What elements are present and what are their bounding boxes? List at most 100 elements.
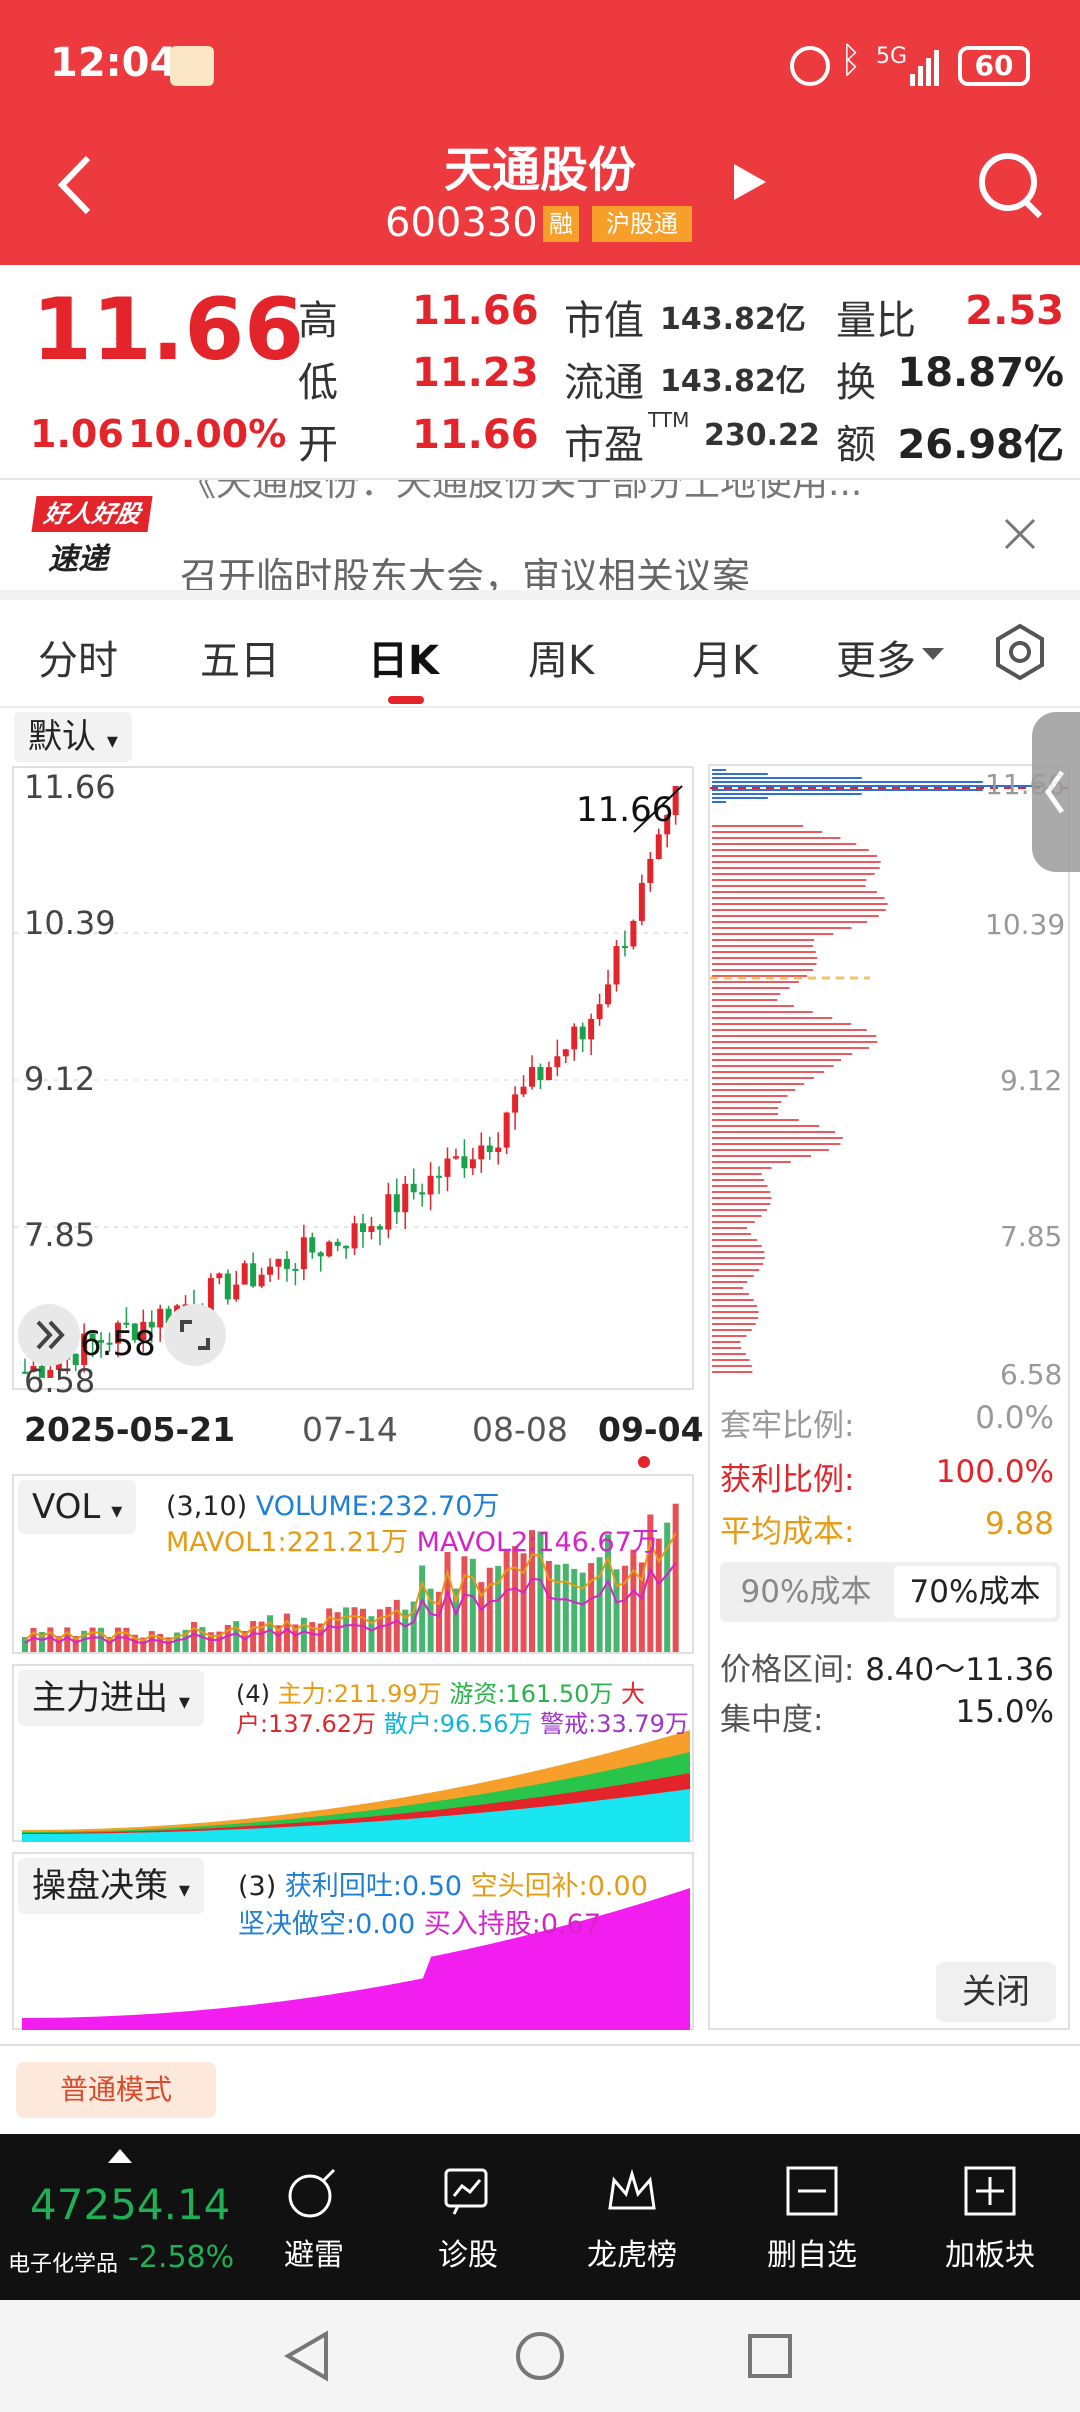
candle-body (503, 1112, 510, 1148)
open-value: 11.66 (412, 412, 539, 458)
chevron-down-icon: ▾ (106, 729, 118, 754)
add-sector-icon[interactable] (962, 2164, 1018, 2220)
concentration-value: 15.0% (955, 1694, 1054, 1730)
volume-bar (461, 1556, 468, 1652)
volume-bar (672, 1503, 679, 1652)
play-icon[interactable] (730, 160, 770, 204)
candle-body (351, 1223, 358, 1249)
volume-bar (360, 1608, 366, 1652)
ops-indicator-dropdown[interactable]: 操盘决策 ▾ (18, 1858, 204, 1914)
ops-short: 坚决做空:0.00 (238, 1909, 416, 1940)
add-sector-label[interactable]: 加板块 (930, 2230, 1050, 2274)
cost-70-button[interactable]: 70%成本 (894, 1566, 1056, 1618)
tab-five-day[interactable]: 五日 (200, 628, 280, 686)
margin-badge: 融 (543, 206, 579, 242)
nav-back-icon[interactable] (282, 2330, 332, 2382)
candle-body (638, 882, 645, 921)
dragon-tiger-label[interactable]: 龙虎榜 (572, 2230, 692, 2274)
crown-icon[interactable] (604, 2164, 660, 2220)
candle-body (545, 1067, 552, 1081)
flow-retail: 散户:96.56万 (383, 1710, 533, 1738)
news-ticker[interactable]: 好人好股 速递 《天通股份：天通股份关于部分土地使用... 召开临时股东大会，审… (0, 480, 1080, 590)
expand-left-button[interactable] (18, 1304, 80, 1366)
volume-bar (376, 1609, 383, 1652)
ops-take-profit: 获利回吐:0.50 (284, 1871, 463, 1902)
tab-more[interactable]: 更多 (836, 628, 916, 686)
tab-daily-k[interactable]: 日K (368, 628, 439, 686)
volume-indicator-dropdown[interactable]: VOL ▾ (18, 1480, 137, 1534)
price-change-pct: 10.00% (128, 412, 287, 456)
candle-body (461, 1156, 468, 1169)
profit-ratio-label: 获利比例: (720, 1462, 855, 1498)
candle-body (250, 1263, 257, 1287)
close-news-icon[interactable] (1002, 516, 1038, 552)
collapse-tab[interactable] (1032, 712, 1080, 872)
news-line-2: 召开临时股东大会，审议相关议案 (180, 555, 751, 590)
ops-buy-hold: 买入持股:0.67 (423, 1909, 602, 1940)
candle-body (317, 1252, 324, 1257)
candle-body (630, 920, 637, 947)
candle-body (157, 1308, 164, 1328)
y-label-3: 9.12 (24, 1060, 96, 1098)
y-label-bottom: 6.58 (24, 1362, 96, 1400)
close-chip-button[interactable]: 关闭 (936, 1962, 1056, 2022)
flow-indicator-dropdown[interactable]: 主力进出 ▾ (18, 1670, 204, 1726)
index-value[interactable]: 47254.14 (30, 2180, 230, 2229)
candle-body (529, 1067, 535, 1087)
ops-legend: (3) 获利回吐:0.50 空头回补:0.00 (238, 1864, 648, 1903)
candle-body (486, 1145, 493, 1153)
chip-panel (708, 764, 1070, 2030)
diagnose-label[interactable]: 诊股 (418, 2230, 518, 2274)
candle-body (478, 1145, 485, 1160)
candle-body (233, 1284, 240, 1300)
candle-body (360, 1223, 366, 1233)
chip-y-bottom: 6.58 (1000, 1358, 1063, 1391)
flow-title: 主力进出 (32, 1678, 168, 1718)
tab-intraday[interactable]: 分时 (38, 628, 118, 686)
candle-body (647, 858, 654, 883)
volume-bar (444, 1552, 451, 1652)
volume-bar (503, 1549, 510, 1652)
cost-90-button[interactable]: 90%成本 (724, 1566, 888, 1618)
concentration-label: 集中度: (720, 1702, 824, 1738)
diagnose-icon[interactable] (440, 2164, 496, 2220)
price-change: 1.06 (30, 412, 124, 456)
amount-value: 26.98亿 (897, 422, 1064, 468)
chart-mode-dropdown[interactable]: 默认 ▾ (14, 712, 132, 762)
news-brand-top: 好人好股 (31, 496, 153, 532)
volume-bar (486, 1567, 493, 1652)
open-label: 开 (298, 422, 338, 468)
divider (0, 706, 1080, 708)
expand-up-icon[interactable] (108, 2148, 132, 2163)
nav-home-icon[interactable] (514, 2330, 566, 2382)
avoid-risk-label[interactable]: 避雷 (264, 2230, 364, 2274)
signal-icon (910, 46, 944, 86)
chevron-down-icon: ▾ (111, 1499, 123, 1524)
x-label-start: 2025-05-21 (24, 1410, 236, 1449)
nav-recents-icon[interactable] (746, 2332, 794, 2380)
volume-bar (326, 1608, 333, 1652)
normal-mode-button[interactable]: 普通模式 (16, 2062, 216, 2118)
fullscreen-button[interactable] (164, 1304, 226, 1366)
candle-body (368, 1226, 375, 1233)
kline-panel[interactable] (12, 766, 694, 1390)
bomb-icon[interactable] (278, 2164, 350, 2220)
mcap-value: 143.82亿 (660, 302, 806, 337)
remove-watchlist-icon[interactable] (784, 2164, 840, 2220)
candle-body (326, 1241, 333, 1257)
status-time: 12:04 (50, 40, 178, 86)
x-label-3: 08-08 (472, 1410, 568, 1449)
search-icon[interactable] (976, 150, 1046, 220)
remove-watchlist-label[interactable]: 删自选 (752, 2230, 872, 2274)
volume-params: (3,10) (166, 1491, 248, 1522)
low-value: 11.23 (412, 350, 539, 396)
chip-y-3: 9.12 (1000, 1064, 1063, 1097)
candle-body (588, 1018, 595, 1040)
candle-body (537, 1067, 544, 1081)
settings-icon[interactable] (990, 622, 1050, 682)
tab-weekly-k[interactable]: 周K (528, 628, 594, 686)
price-range-label: 价格区间: (720, 1652, 855, 1688)
chevron-down-icon: ▾ (178, 1690, 190, 1715)
volume-bar (419, 1565, 426, 1652)
tab-monthly-k[interactable]: 月K (692, 628, 758, 686)
